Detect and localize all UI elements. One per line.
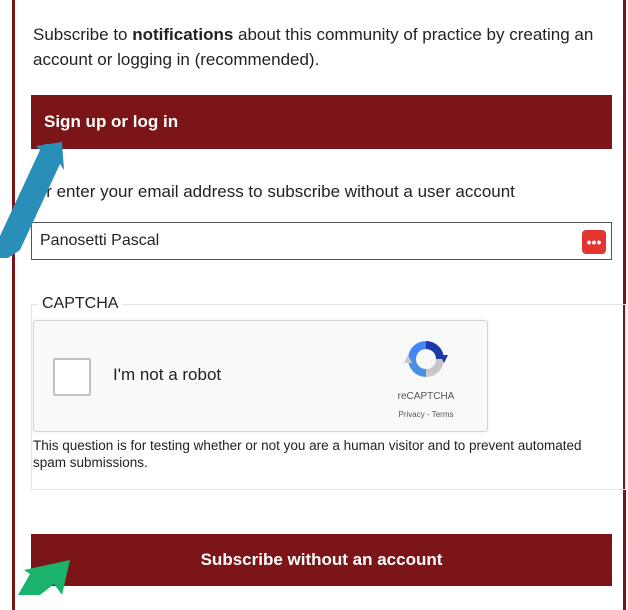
intro-bold: notifications: [132, 25, 234, 44]
subscribe-without-account-button[interactable]: Subscribe without an account: [31, 534, 612, 586]
green-arrow-icon: [18, 560, 70, 595]
email-label: Or enter your email address to subscribe…: [33, 182, 515, 201]
password-manager-icon[interactable]: •••: [582, 230, 606, 254]
captcha-legend: CAPTCHA: [42, 295, 119, 312]
sign-up-login-label: Sign up or log in: [44, 112, 179, 131]
recaptcha-label: I'm not a robot: [113, 365, 222, 384]
captcha-help-text: This question is for testing whether or …: [33, 438, 582, 470]
recaptcha-links[interactable]: Privacy - Terms: [374, 410, 478, 419]
blue-arrow-icon: [0, 142, 64, 258]
subscribe-label: Subscribe without an account: [200, 550, 443, 569]
recaptcha-checkbox[interactable]: [53, 358, 91, 396]
recaptcha-widget: I'm not a robot reCAPTCHA Privacy - Term…: [33, 320, 488, 432]
recaptcha-brand: reCAPTCHA: [397, 391, 455, 402]
intro-prefix: Subscribe to: [33, 25, 133, 44]
sign-up-login-button[interactable]: Sign up or log in: [31, 95, 612, 149]
email-field[interactable]: Panosetti Pascal •••: [31, 222, 612, 260]
recaptcha-logo-icon: [404, 341, 448, 377]
intro-text: Subscribe to notifications about this co…: [33, 22, 613, 72]
